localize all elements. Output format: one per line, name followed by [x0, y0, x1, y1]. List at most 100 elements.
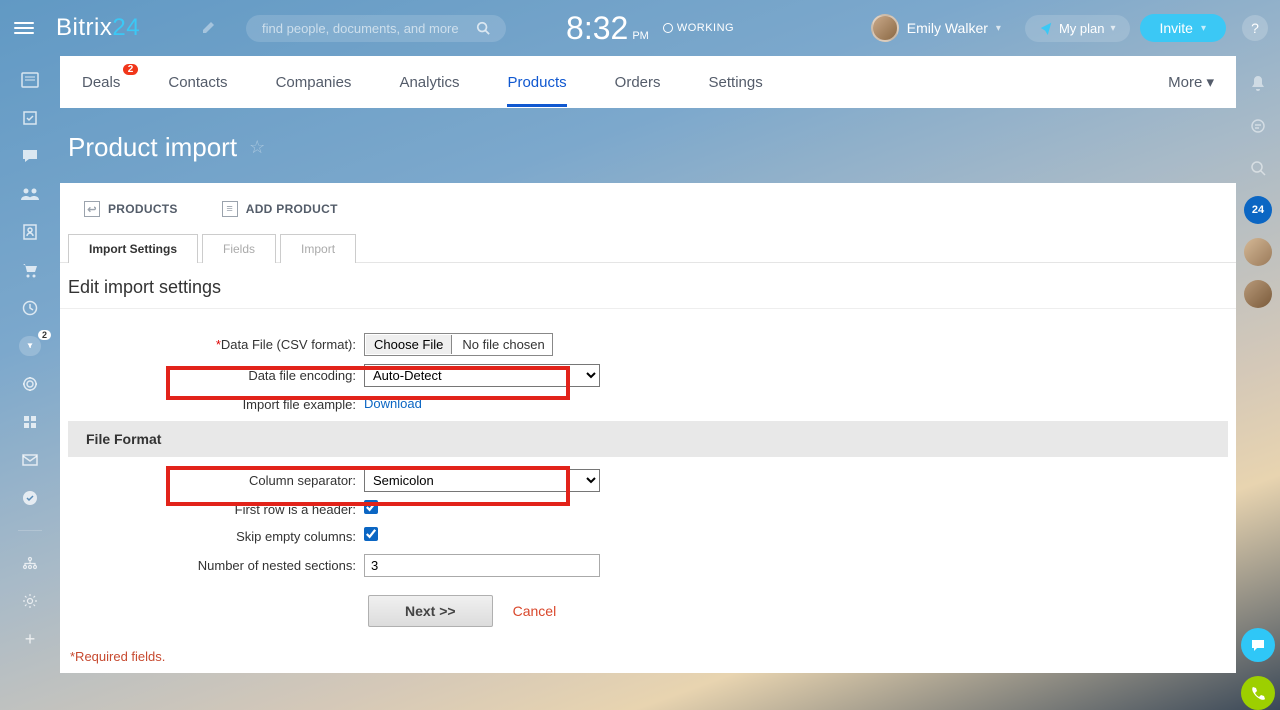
search-icon[interactable] — [1244, 154, 1272, 182]
required-note: *Required fields. — [68, 627, 1228, 672]
page-title: Product import — [68, 132, 237, 163]
main: Deals 2 Contacts Companies Analytics Pro… — [60, 56, 1236, 684]
my-plan-button[interactable]: My plan ▾ — [1025, 15, 1130, 42]
contact-avatar-1[interactable] — [1244, 238, 1272, 266]
first-row-checkbox[interactable] — [364, 500, 378, 514]
nested-label: Number of nested sections: — [68, 558, 364, 573]
gear-icon[interactable] — [19, 591, 41, 611]
chevron-down-icon: ▾ — [1201, 23, 1206, 34]
call-button[interactable] — [1241, 676, 1275, 710]
clock[interactable]: 8:32 PM — [566, 10, 649, 47]
user-name: Emily Walker — [907, 20, 988, 36]
tab-orders[interactable]: Orders — [615, 58, 661, 107]
wizard-tabs: Import Settings Fields Import — [60, 233, 1236, 263]
b24-badge[interactable]: 24 — [1244, 196, 1272, 224]
groups-icon[interactable] — [19, 184, 41, 204]
search-icon[interactable] — [476, 21, 490, 35]
products-action[interactable]: ↩ PRODUCTS — [84, 201, 178, 217]
button-row: Next >> Cancel — [368, 595, 1228, 627]
logo[interactable]: Bitrix24 — [56, 14, 140, 42]
chevron-down-icon: ▾ — [1206, 74, 1214, 91]
download-link[interactable]: Download — [364, 396, 422, 411]
next-button[interactable]: Next >> — [368, 595, 493, 627]
tasks-icon[interactable] — [19, 108, 41, 128]
work-status[interactable]: WORKING — [663, 22, 734, 34]
contact-icon[interactable] — [19, 222, 41, 242]
wizard-tab-import-settings[interactable]: Import Settings — [68, 234, 198, 263]
deals-badge: 2 — [123, 64, 139, 75]
separator-select[interactable]: Semicolon — [364, 469, 600, 492]
chevron-down-icon: ▾ — [1110, 23, 1115, 34]
row-encoding: Data file encoding: Auto-Detect — [68, 364, 1228, 387]
mail-icon[interactable] — [19, 450, 41, 470]
user-menu[interactable]: Emily Walker ▾ — [871, 14, 1001, 42]
file-format-heading: File Format — [68, 421, 1228, 457]
right-sidebar: 24 — [1236, 56, 1280, 710]
list-icon: ≡ — [222, 201, 238, 217]
row-example: Import file example: Download — [68, 395, 1228, 413]
plus-icon[interactable]: + — [19, 629, 41, 649]
search-input[interactable] — [262, 21, 476, 36]
edit-icon[interactable] — [200, 20, 216, 36]
form-area: *Data File (CSV format): Choose File No … — [60, 309, 1236, 672]
example-label: Import file example: — [68, 397, 364, 412]
content-panel: ↩ PRODUCTS ≡ ADD PRODUCT Import Settings… — [60, 183, 1236, 673]
left-sidebar: 2 + — [0, 56, 60, 710]
avatar — [871, 14, 899, 42]
contact-avatar-2[interactable] — [1244, 280, 1272, 308]
row-first-row-header: First row is a header: — [68, 500, 1228, 519]
crm-icon[interactable]: 2 — [19, 336, 41, 356]
check-circle-icon[interactable] — [19, 488, 41, 508]
page-title-row: Product import ☆ — [60, 108, 1236, 183]
star-icon[interactable]: ☆ — [249, 137, 265, 158]
tab-settings[interactable]: Settings — [709, 58, 763, 107]
nested-input[interactable] — [364, 554, 600, 577]
tab-companies[interactable]: Companies — [276, 58, 352, 107]
help-button[interactable]: ? — [1242, 15, 1268, 41]
wizard-tab-import[interactable]: Import — [280, 234, 356, 263]
back-icon: ↩ — [84, 201, 100, 217]
row-separator: Column separator: Semicolon — [68, 469, 1228, 492]
status-dot-icon — [663, 23, 673, 33]
chatbubble-icon[interactable] — [1244, 112, 1272, 140]
logo-text: Bitrix — [56, 14, 112, 41]
clock-time: 8:32 — [566, 10, 628, 47]
invite-label: Invite — [1160, 20, 1193, 36]
logo-number: 24 — [112, 14, 140, 41]
tab-deals[interactable]: Deals 2 — [82, 58, 120, 107]
cart-icon[interactable] — [19, 260, 41, 280]
apps-icon[interactable] — [19, 412, 41, 432]
tab-more[interactable]: More ▾ — [1168, 73, 1214, 91]
skip-empty-checkbox[interactable] — [364, 527, 378, 541]
choose-file-button[interactable]: Choose File — [366, 335, 452, 354]
menu-toggle-icon[interactable] — [12, 16, 36, 40]
section-heading: Edit import settings — [60, 263, 1236, 309]
skip-empty-label: Skip empty columns: — [68, 529, 364, 544]
status-label: WORKING — [677, 22, 734, 34]
top-bar: Bitrix24 8:32 PM WORKING Emily Walker ▾ … — [0, 0, 1280, 56]
action-row: ↩ PRODUCTS ≡ ADD PRODUCT — [60, 183, 1236, 227]
target-icon[interactable] — [19, 374, 41, 394]
cancel-link[interactable]: Cancel — [513, 603, 557, 619]
add-product-action[interactable]: ≡ ADD PRODUCT — [222, 201, 338, 217]
wizard-tab-fields[interactable]: Fields — [202, 234, 276, 263]
feed-icon[interactable] — [19, 70, 41, 90]
search-box[interactable] — [246, 15, 506, 42]
row-nested: Number of nested sections: — [68, 554, 1228, 577]
tab-analytics[interactable]: Analytics — [399, 58, 459, 107]
sitemap-icon[interactable] — [19, 553, 41, 573]
widget-button[interactable] — [1241, 628, 1275, 662]
time-icon[interactable] — [19, 298, 41, 318]
row-data-file: *Data File (CSV format): Choose File No … — [68, 333, 1228, 356]
encoding-select[interactable]: Auto-Detect — [364, 364, 600, 387]
chat-icon[interactable] — [19, 146, 41, 166]
tab-contacts[interactable]: Contacts — [168, 58, 227, 107]
clock-ampm: PM — [632, 30, 649, 42]
row-skip-empty: Skip empty columns: — [68, 527, 1228, 546]
bell-icon[interactable] — [1244, 70, 1272, 98]
invite-button[interactable]: Invite ▾ — [1140, 14, 1227, 42]
tab-products[interactable]: Products — [507, 58, 566, 107]
crm-badge: 2 — [38, 330, 51, 340]
divider — [18, 530, 42, 531]
chevron-down-icon: ▾ — [996, 23, 1001, 34]
